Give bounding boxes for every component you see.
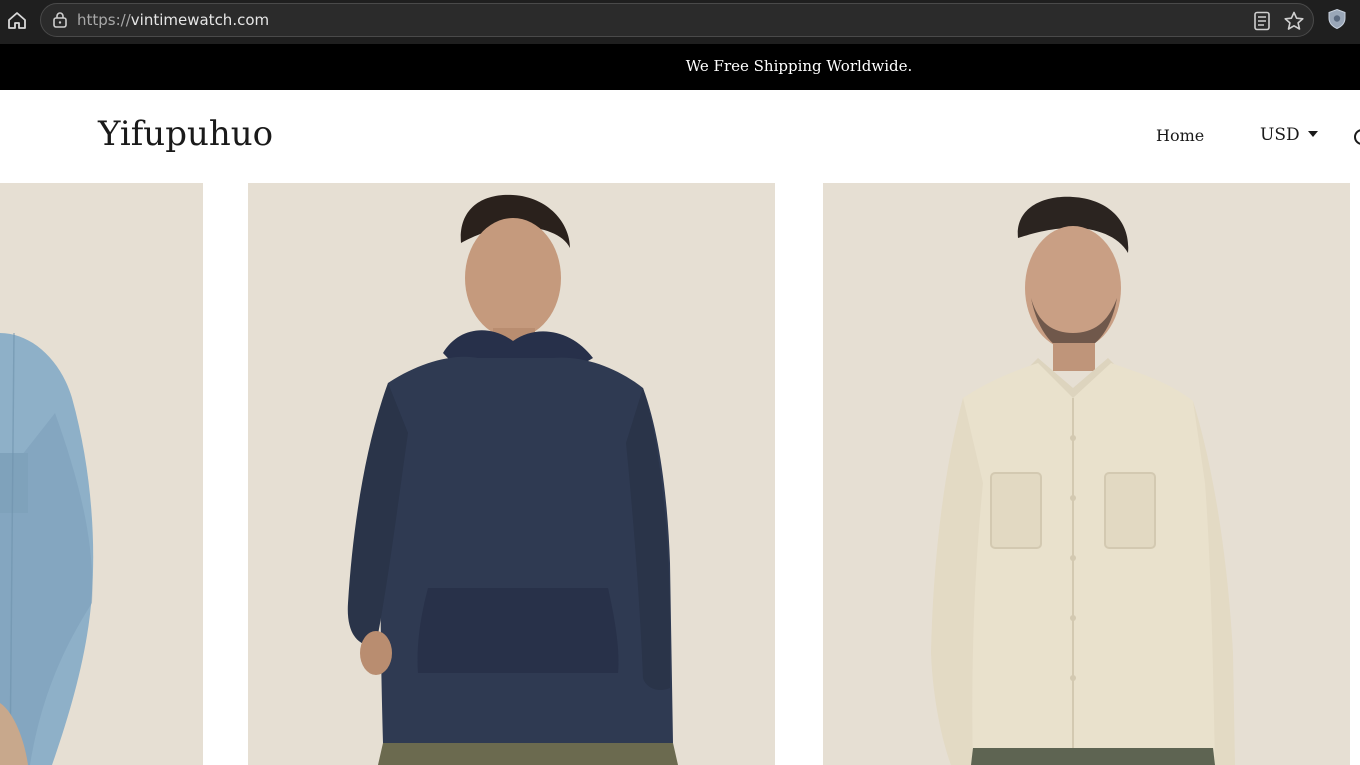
browser-toolbar: https://vintimewatch.com [0,0,1360,44]
announcement-text: We Free Shipping Worldwide. [685,57,913,75]
bookmark-star-icon[interactable] [1283,10,1305,32]
currency-label: USD [1260,125,1300,145]
nav-link-home[interactable]: Home [1156,126,1204,145]
product-card-denim-shirt[interactable] [0,183,203,765]
announcement-bar: We Free Shipping Worldwide. [0,44,1360,90]
shield-extension-icon[interactable] [1327,8,1347,30]
site-logo[interactable]: Yifupuhuo [98,114,273,154]
home-icon[interactable] [6,9,28,31]
product-image-denim-shirt[interactable] [0,183,203,765]
url-protocol: https:// [77,11,131,29]
product-image-cream-shirt[interactable] [823,183,1350,765]
url-text[interactable]: https://vintimewatch.com [77,11,269,29]
caret-down-icon [1307,130,1318,137]
product-image-navy-hoodie[interactable] [248,183,775,765]
product-card-cream-shirt[interactable] [823,183,1350,765]
lock-icon[interactable] [51,11,69,29]
product-card-navy-hoodie[interactable] [248,183,775,765]
reader-mode-icon[interactable] [1253,11,1271,31]
site-header: Yifupuhuo Home USD [0,90,1360,183]
currency-selector[interactable]: USD [1260,125,1318,145]
url-host: vintimewatch.com [130,11,270,29]
address-bar[interactable]: https://vintimewatch.com [40,3,1314,37]
search-icon[interactable] [1354,128,1360,146]
